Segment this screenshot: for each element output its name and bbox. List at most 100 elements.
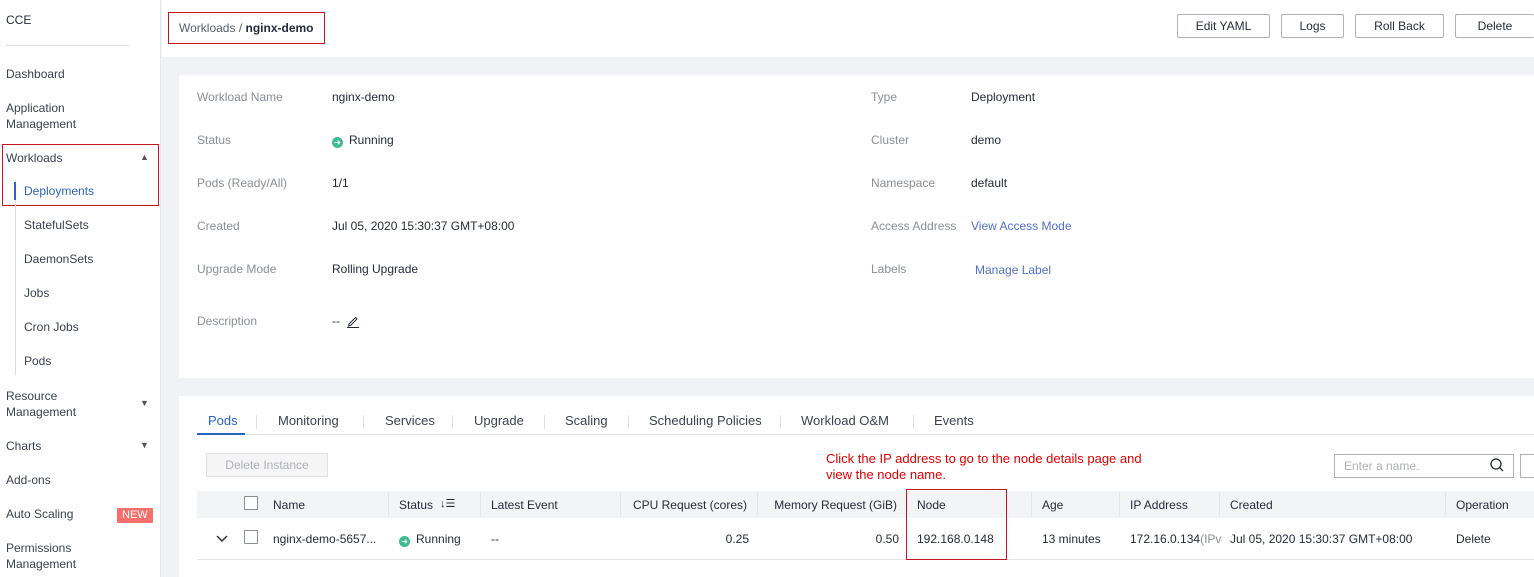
description-value: -- xyxy=(332,314,340,328)
delete-button[interactable]: Delete xyxy=(1455,14,1534,38)
node-column-highlight-box xyxy=(906,489,1007,560)
brand-divider xyxy=(6,45,129,46)
cluster-label: Cluster xyxy=(871,133,910,147)
th-latest-event: Latest Event xyxy=(491,498,558,512)
th-created: Created xyxy=(1230,498,1273,512)
nav-daemonsets[interactable]: DaemonSets xyxy=(24,252,93,266)
th-separator xyxy=(1445,492,1446,517)
nav-auto-scaling[interactable]: Auto Scaling xyxy=(6,506,73,522)
delete-instance-button[interactable]: Delete Instance xyxy=(206,453,328,477)
nav-deployments[interactable]: Deployments xyxy=(24,184,94,198)
tab-separator xyxy=(628,415,629,429)
created-value: Jul 05, 2020 15:30:37 GMT+08:00 xyxy=(332,219,515,233)
tab-services[interactable]: Services xyxy=(385,413,435,428)
chevron-up-icon[interactable]: ▲ xyxy=(140,152,149,162)
nav-application-management[interactable]: Application Management xyxy=(6,100,116,132)
submenu-rail xyxy=(15,180,16,375)
description-label: Description xyxy=(197,314,258,328)
breadcrumb-current: nginx-demo xyxy=(245,21,314,35)
expand-chevron-icon[interactable] xyxy=(216,534,228,544)
pod-cpu-request: 0.25 xyxy=(725,532,749,546)
th-status: Status xyxy=(399,498,434,512)
edit-pencil-icon[interactable] xyxy=(346,314,360,328)
status-value: ➜ Running xyxy=(332,133,394,148)
view-access-mode-link[interactable]: View Access Mode xyxy=(971,219,1072,233)
th-age: Age xyxy=(1042,498,1064,512)
upgrade-mode-value: Rolling Upgrade xyxy=(332,262,419,276)
cluster-value: demo xyxy=(971,133,1002,147)
type-value: Deployment xyxy=(971,90,1036,104)
logs-button[interactable]: Logs xyxy=(1281,14,1344,38)
chevron-down-icon[interactable]: ▼ xyxy=(140,398,149,408)
breadcrumb-separator: / xyxy=(238,21,243,35)
nav-jobs[interactable]: Jobs xyxy=(24,286,49,300)
workload-name-label: Workload Name xyxy=(197,90,283,104)
tabs-divider xyxy=(197,434,1534,435)
access-address-label: Access Address xyxy=(871,219,957,233)
running-status-icon: ➜ xyxy=(332,137,343,148)
th-separator xyxy=(1219,492,1220,517)
created-label: Created xyxy=(197,219,240,233)
labels-label: Labels xyxy=(871,262,907,276)
nav-workloads[interactable]: Workloads xyxy=(6,150,62,166)
nav-pods[interactable]: Pods xyxy=(24,354,51,368)
workload-name-value: nginx-demo xyxy=(332,90,395,104)
nav-statefulsets[interactable]: StatefulSets xyxy=(24,218,89,232)
filter-sort-icon[interactable]: ↓☰ xyxy=(440,497,455,510)
th-separator xyxy=(757,492,758,517)
pod-created: Jul 05, 2020 15:30:37 GMT+08:00 xyxy=(1230,532,1413,546)
pod-ip-type: (IPv4 xyxy=(1200,532,1222,546)
running-status-icon: ➜ xyxy=(399,536,410,547)
manage-label-link[interactable]: Manage Label xyxy=(975,263,1051,277)
namespace-value: default xyxy=(971,176,1008,190)
th-name: Name xyxy=(273,498,306,512)
tab-upgrade[interactable]: Upgrade xyxy=(474,413,524,428)
th-separator xyxy=(388,492,389,517)
th-operation: Operation xyxy=(1456,498,1509,512)
status-label: Status xyxy=(197,133,232,147)
nav-dashboard[interactable]: Dashboard xyxy=(6,66,65,82)
tab-events[interactable]: Events xyxy=(934,413,974,428)
chevron-down-icon[interactable]: ▼ xyxy=(140,440,149,450)
tab-scheduling-policies[interactable]: Scheduling Policies xyxy=(649,413,762,428)
annotation-note: Click the IP address to go to the node d… xyxy=(826,451,1142,482)
nav-permissions-management[interactable]: Permissions Management xyxy=(6,540,116,572)
roll-back-button[interactable]: Roll Back xyxy=(1355,14,1444,38)
tab-workload-om[interactable]: Workload O&M xyxy=(801,413,889,428)
namespace-label: Namespace xyxy=(871,176,936,190)
select-all-checkbox[interactable] xyxy=(244,496,258,510)
tab-pods[interactable]: Pods xyxy=(208,413,238,428)
new-badge: NEW xyxy=(117,508,153,523)
row-checkbox[interactable] xyxy=(244,530,258,544)
status-text: Running xyxy=(349,133,394,147)
nav-resource-management[interactable]: Resource Management xyxy=(6,388,116,420)
breadcrumb-parent[interactable]: Workloads xyxy=(179,21,235,35)
nav-charts[interactable]: Charts xyxy=(6,438,41,454)
tab-separator xyxy=(780,415,781,429)
refresh-button[interactable] xyxy=(1520,454,1534,478)
pod-age: 13 minutes xyxy=(1042,532,1101,546)
pod-status: ➜ Running xyxy=(399,532,461,547)
pods-value: 1/1 xyxy=(332,176,349,190)
th-ip-address: IP Address xyxy=(1130,498,1188,512)
edit-yaml-button[interactable]: Edit YAML xyxy=(1177,14,1270,38)
upgrade-mode-label: Upgrade Mode xyxy=(197,262,277,276)
type-label: Type xyxy=(871,90,898,104)
row-divider xyxy=(197,559,1534,560)
search-icon[interactable] xyxy=(1489,457,1505,473)
th-memory-request: Memory Request (GiB) xyxy=(774,498,897,512)
tab-separator xyxy=(256,415,257,429)
tab-scaling[interactable]: Scaling xyxy=(565,413,608,428)
tab-separator xyxy=(363,415,364,429)
nav-add-ons[interactable]: Add-ons xyxy=(6,472,51,488)
pod-latest-event: -- xyxy=(491,532,499,546)
pod-name[interactable]: nginx-demo-5657... xyxy=(273,532,376,546)
nav-cron-jobs[interactable]: Cron Jobs xyxy=(24,320,79,334)
pod-memory-request: 0.50 xyxy=(875,532,899,546)
tab-monitoring[interactable]: Monitoring xyxy=(278,413,339,428)
pod-status-text: Running xyxy=(416,532,461,546)
brand-title: CCE xyxy=(6,13,32,27)
tab-separator xyxy=(913,415,914,429)
row-delete-link[interactable]: Delete xyxy=(1456,532,1491,546)
th-separator xyxy=(480,492,481,517)
